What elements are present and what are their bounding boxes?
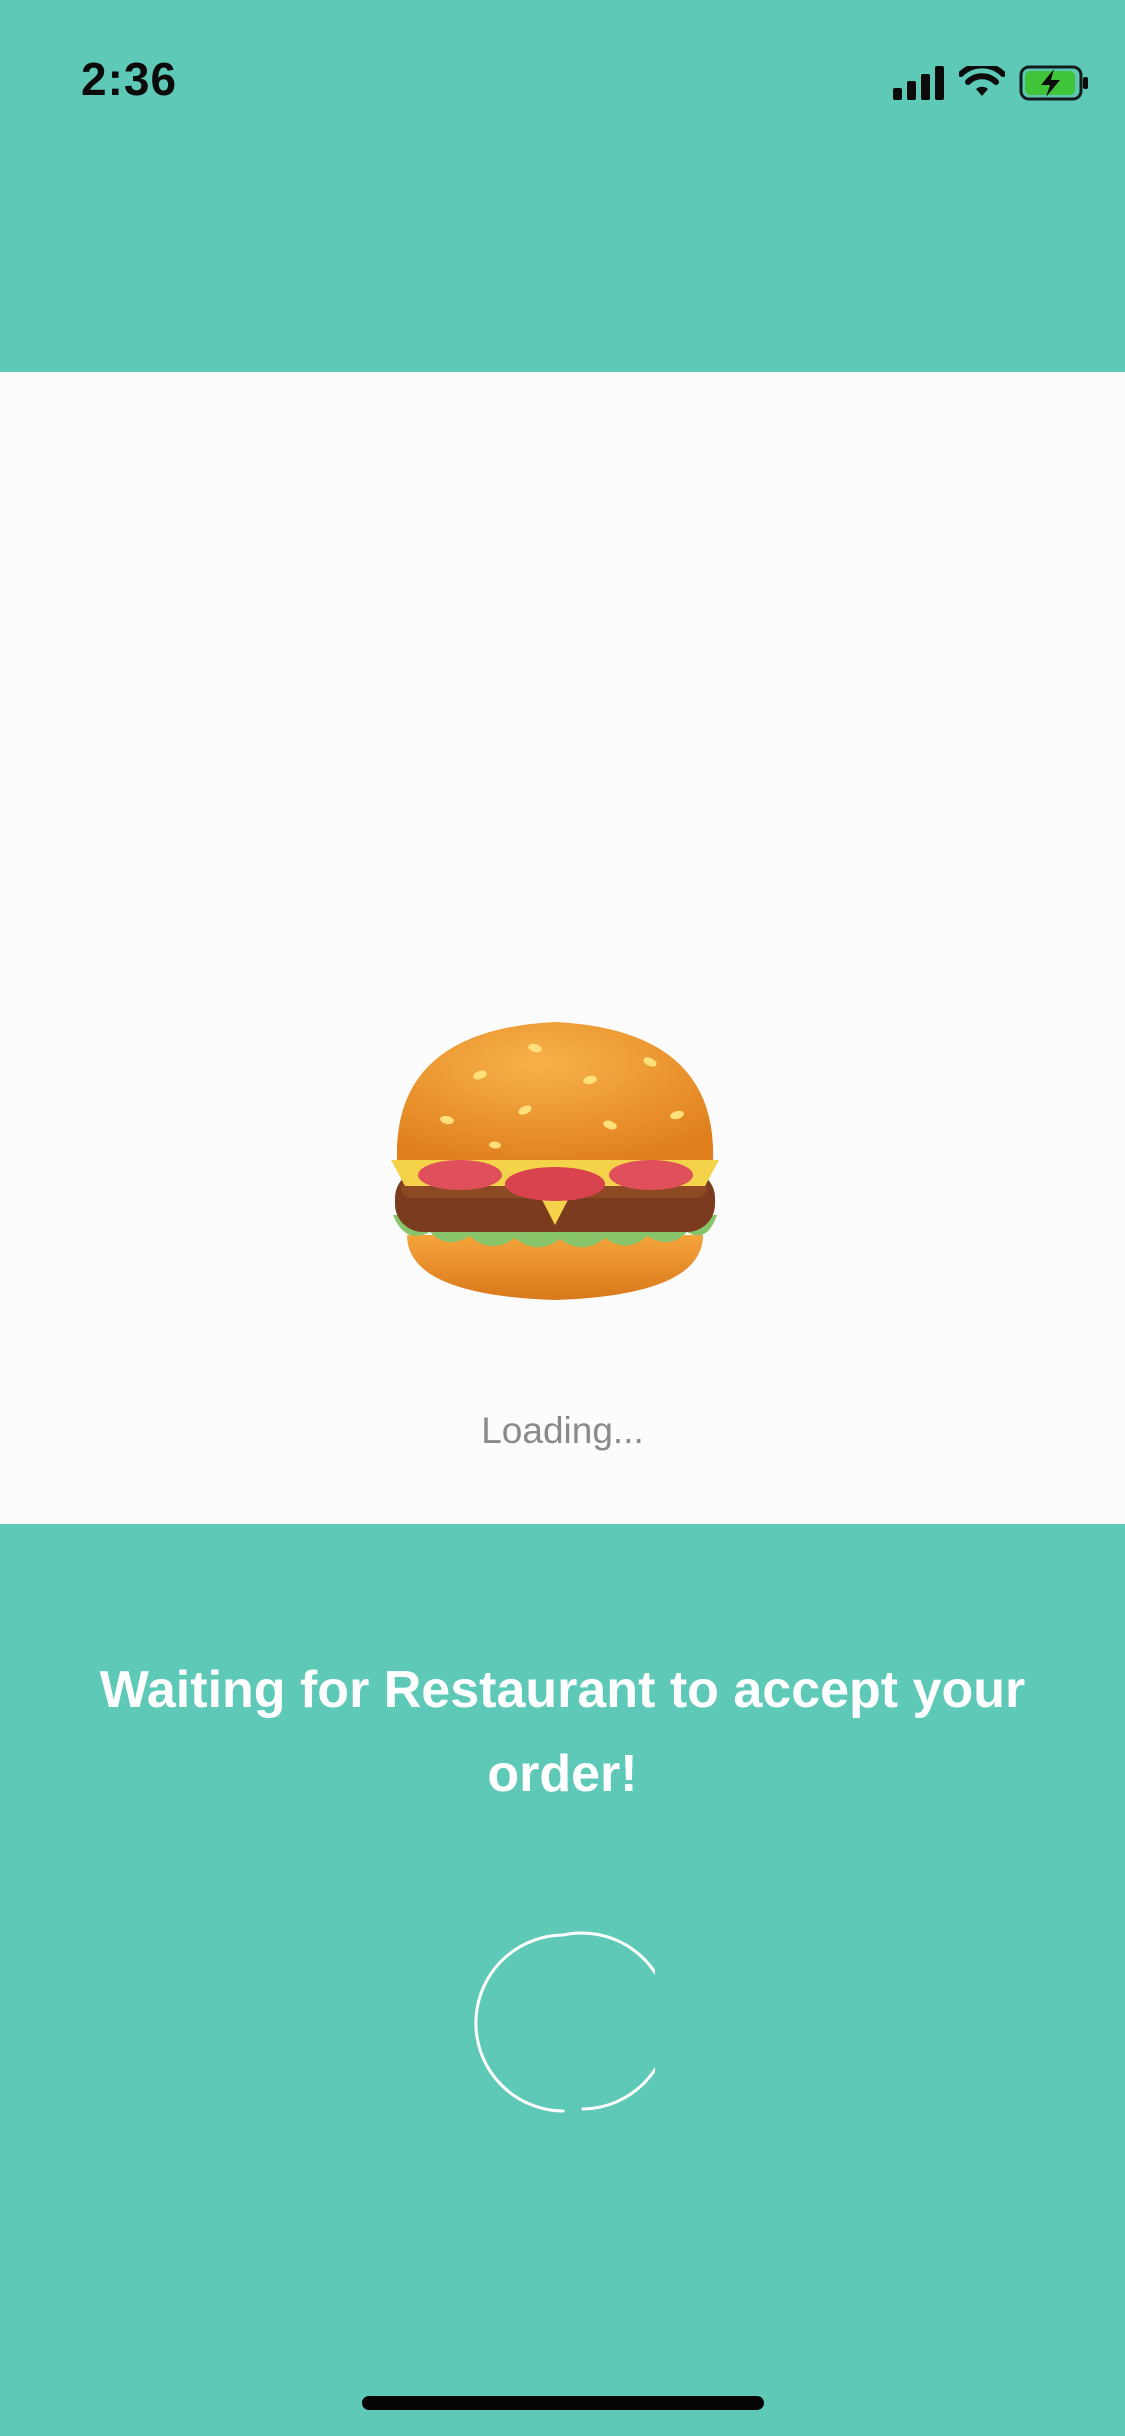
home-indicator[interactable]	[362, 2396, 764, 2410]
battery-charging-icon	[1019, 65, 1088, 101]
wifi-icon	[959, 66, 1005, 96]
status-icons	[893, 62, 1091, 104]
status-time: 2:36	[81, 53, 178, 105]
status-bar: 2:36	[0, 0, 1125, 140]
loading-label: Loading...	[481, 1410, 644, 1451]
loading-spinner	[474, 1931, 655, 2113]
loading-card	[0, 372, 1125, 1524]
waiting-message: Waiting for Restaurant to accept your or…	[99, 1661, 1026, 1803]
cellular-signal-icon	[893, 66, 944, 100]
burger-icon	[391, 1022, 719, 1300]
